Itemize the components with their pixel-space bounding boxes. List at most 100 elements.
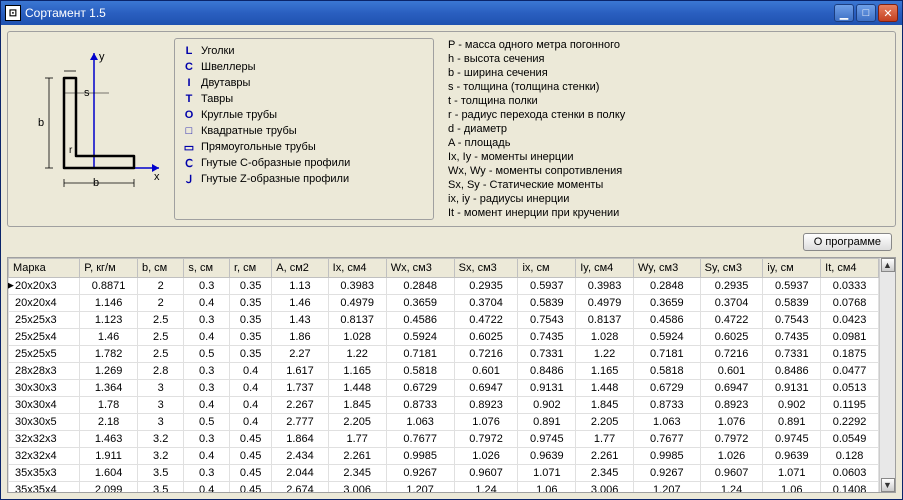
c-bent-icon: Ⅽ (183, 157, 195, 169)
table-cell: 1.448 (328, 380, 386, 397)
table-header-row: МаркаP, кг/мb, смs, смr, смA, см2Ix, см4… (9, 259, 879, 278)
scroll-up-arrow[interactable]: ▲ (881, 258, 895, 272)
column-header[interactable]: Марка (9, 259, 80, 278)
table-cell: 0.4 (184, 295, 230, 312)
column-header[interactable]: Wy, см3 (633, 259, 700, 278)
type-label: Круглые трубы (201, 109, 277, 121)
table-cell: 0.45 (230, 448, 272, 465)
table-row[interactable]: 32x32x31.4633.20.30.451.8641.770.76770.7… (9, 431, 879, 448)
type-label: Гнутые C-образные профили (201, 157, 350, 169)
table-cell: 0.35 (230, 329, 272, 346)
table-cell: 2.5 (137, 329, 183, 346)
table-cell: 1.028 (328, 329, 386, 346)
table-row[interactable]: 25x25x31.1232.50.30.351.430.81370.45860.… (9, 312, 879, 329)
app-icon: ⊡ (5, 5, 21, 21)
column-header[interactable]: b, см (137, 259, 183, 278)
column-header[interactable]: It, см4 (821, 259, 879, 278)
type-z-bent[interactable]: Ｊ Гнутые Z-образные профили (183, 171, 425, 187)
column-header[interactable]: Ix, см4 (328, 259, 386, 278)
column-header[interactable]: ix, см (518, 259, 576, 278)
table-row[interactable]: 30x30x52.1830.50.42.7772.2051.0631.0760.… (9, 414, 879, 431)
type-ibeams[interactable]: I Двутавры (183, 75, 425, 91)
table-cell: 0.0603 (821, 465, 879, 482)
table-row[interactable]: 30x30x31.36430.30.41.7371.4480.67290.694… (9, 380, 879, 397)
legend-item: h - высота сечения (448, 52, 885, 66)
column-header[interactable]: A, см2 (272, 259, 328, 278)
legend-item: t - толщина полки (448, 94, 885, 108)
titlebar: ⊡ Сортамент 1.5 ▁ □ ✕ (1, 1, 902, 25)
column-header[interactable]: Iy, см4 (576, 259, 634, 278)
table-cell: 0.0333 (821, 278, 879, 295)
table-cell: 3.006 (576, 482, 634, 493)
type-label: Швеллеры (201, 61, 256, 73)
table-cell: 1.845 (328, 397, 386, 414)
ibeam-icon: I (183, 77, 195, 89)
column-header[interactable]: r, см (230, 259, 272, 278)
table-cell: 0.891 (518, 414, 576, 431)
table-row[interactable]: 28x28x31.2692.80.30.41.6171.1650.58180.6… (9, 363, 879, 380)
angle-icon: L (183, 45, 195, 57)
table-cell: 0.9267 (386, 465, 454, 482)
type-round-tubes[interactable]: O Круглые трубы (183, 107, 425, 123)
type-label: Тавры (201, 93, 233, 105)
column-header[interactable]: iy, см (763, 259, 821, 278)
table-cell: 0.902 (518, 397, 576, 414)
table-cell: 32x32x3 (9, 431, 80, 448)
table-cell: 0.4979 (576, 295, 634, 312)
table-row[interactable]: 35x35x42.0993.50.40.452.6743.0061.2071.2… (9, 482, 879, 493)
table-cell: 25x25x4 (9, 329, 80, 346)
table-row[interactable]: 32x32x41.9113.20.40.452.4342.2610.99851.… (9, 448, 879, 465)
table-cell: 0.3 (184, 363, 230, 380)
table-cell: 0.4722 (700, 312, 763, 329)
column-header[interactable]: Sx, см3 (454, 259, 518, 278)
table-row[interactable]: 35x35x31.6043.50.30.452.0442.3450.92670.… (9, 465, 879, 482)
column-header[interactable]: s, см (184, 259, 230, 278)
close-button[interactable]: ✕ (878, 4, 898, 22)
table-cell: 35x35x4 (9, 482, 80, 493)
table-cell: 2 (137, 278, 183, 295)
table-cell: 2.205 (576, 414, 634, 431)
table-cell: 0.8923 (700, 397, 763, 414)
type-c-bent[interactable]: Ⅽ Гнутые C-образные профили (183, 155, 425, 171)
table-row[interactable]: 20x20x30.887120.30.351.130.39830.28480.2… (9, 278, 879, 295)
minimize-button[interactable]: ▁ (834, 4, 854, 22)
table-cell: 1.364 (80, 380, 138, 397)
table-cell: 2.345 (576, 465, 634, 482)
table-cell: 1.076 (700, 414, 763, 431)
table-row[interactable]: 30x30x41.7830.40.42.2671.8450.87330.8923… (9, 397, 879, 414)
table-cell: 1.46 (272, 295, 328, 312)
svg-text:b: b (38, 117, 44, 129)
vertical-scrollbar[interactable]: ▲ ▼ (879, 258, 895, 492)
table-cell: 0.5937 (763, 278, 821, 295)
table-cell: 0.3983 (576, 278, 634, 295)
about-button[interactable]: О программе (803, 233, 892, 251)
column-header[interactable]: Wx, см3 (386, 259, 454, 278)
table-cell: 0.2935 (454, 278, 518, 295)
column-header[interactable]: P, кг/м (80, 259, 138, 278)
table-cell: 0.4722 (454, 312, 518, 329)
table-row[interactable]: 25x25x51.7822.50.50.352.271.220.71810.72… (9, 346, 879, 363)
table-cell: 1.06 (763, 482, 821, 493)
type-angles[interactable]: L Уголки (183, 43, 425, 59)
table-cell: 0.5924 (386, 329, 454, 346)
table-cell: 0.5924 (633, 329, 700, 346)
type-tees[interactable]: T Тавры (183, 91, 425, 107)
table-cell: 0.6025 (454, 329, 518, 346)
table-cell: 0.4 (184, 482, 230, 493)
legend-item: Wx, Wy - моменты сопротивления (448, 164, 885, 178)
table-row[interactable]: 25x25x41.462.50.40.351.861.0280.59240.60… (9, 329, 879, 346)
table-row[interactable]: 20x20x41.14620.40.351.460.49790.36590.37… (9, 295, 879, 312)
maximize-button[interactable]: □ (856, 4, 876, 22)
table-cell: 2.777 (272, 414, 328, 431)
scroll-down-arrow[interactable]: ▼ (881, 478, 895, 492)
table-cell: 0.4 (230, 397, 272, 414)
table-cell: 0.1408 (821, 482, 879, 493)
table-cell: 0.6025 (700, 329, 763, 346)
type-label: Уголки (201, 45, 235, 57)
type-square-tubes[interactable]: □ Квадратные трубы (183, 123, 425, 139)
table-cell: 1.24 (454, 482, 518, 493)
type-channels[interactable]: C Швеллеры (183, 59, 425, 75)
type-rect-tubes[interactable]: ▭ Прямоугольные трубы (183, 139, 425, 155)
column-header[interactable]: Sy, см3 (700, 259, 763, 278)
table-cell: 0.6729 (386, 380, 454, 397)
